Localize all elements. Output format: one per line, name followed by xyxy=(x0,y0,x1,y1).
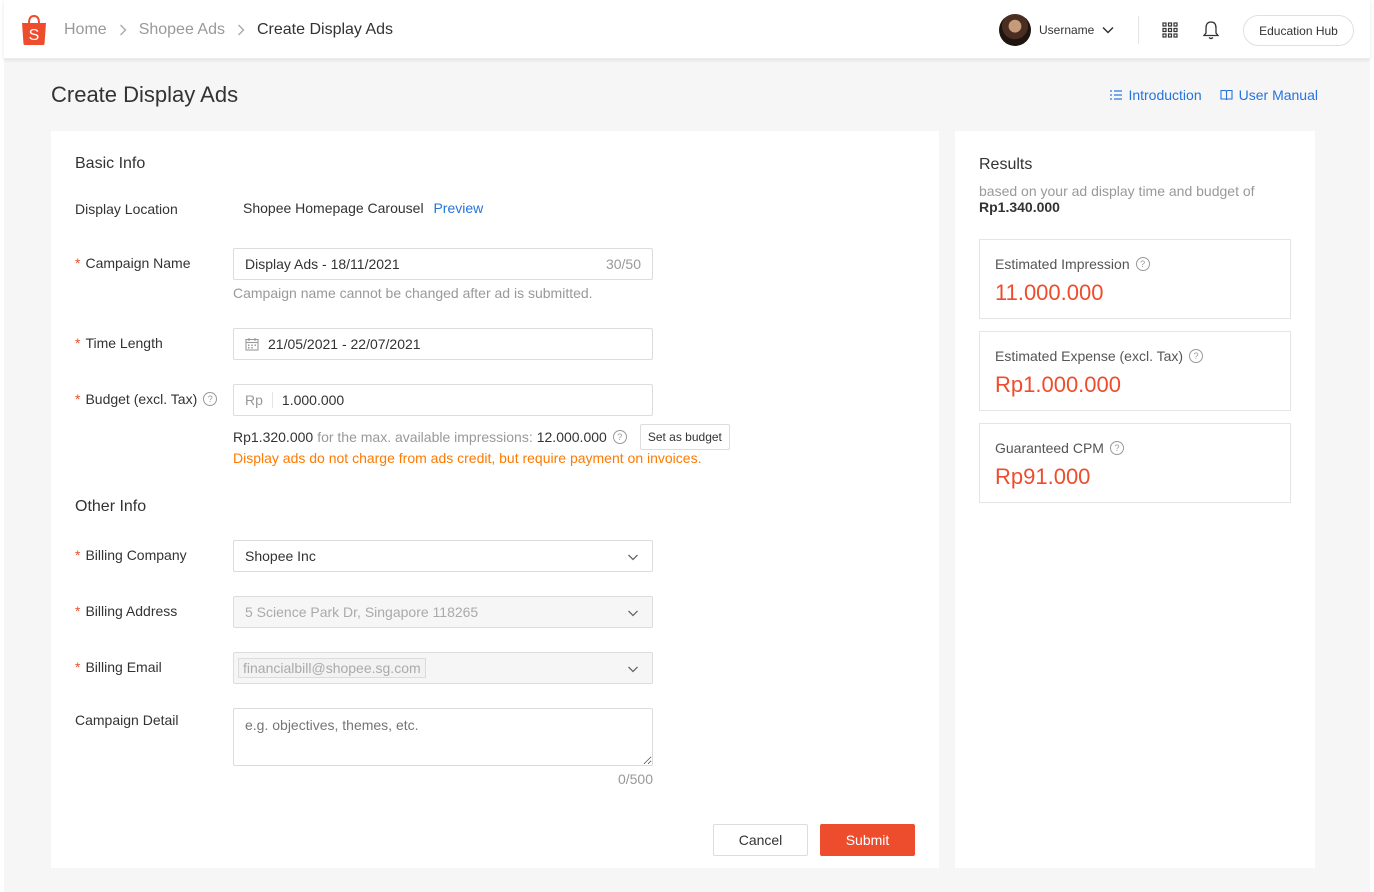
campaign-name-hint: Campaign name cannot be changed after ad… xyxy=(233,285,593,301)
avatar xyxy=(999,14,1031,46)
estimated-impression-card: Estimated Impression? 11.000.000 xyxy=(979,239,1291,319)
estimated-impression-label: Estimated Impression? xyxy=(995,256,1150,272)
campaign-detail-textarea[interactable] xyxy=(233,708,653,766)
chevron-right-icon xyxy=(119,24,127,36)
campaign-name-input[interactable]: Display Ads - 18/11/2021 30/50 xyxy=(233,248,653,280)
help-icon[interactable]: ? xyxy=(612,430,627,444)
calendar-icon xyxy=(245,338,259,351)
cancel-button[interactable]: Cancel xyxy=(713,824,808,856)
breadcrumb-shopee-ads[interactable]: Shopee Ads xyxy=(139,21,225,39)
submit-button[interactable]: Submit xyxy=(820,824,915,856)
budget-input[interactable]: Rp 1.000.000 xyxy=(233,384,653,416)
form-card: Basic Info Display Location Shopee Homep… xyxy=(51,131,939,868)
results-title: Results xyxy=(979,156,1033,173)
estimated-expense-card: Estimated Expense (excl. Tax)? Rp1.000.0… xyxy=(979,331,1291,411)
campaign-name-counter: 30/50 xyxy=(605,256,641,272)
svg-text:S: S xyxy=(29,27,40,44)
user-manual-link[interactable]: User Manual xyxy=(1220,87,1318,103)
billing-email-tag: financialbill@shopee.sg.com xyxy=(238,658,426,678)
other-info-title: Other Info xyxy=(75,498,147,515)
results-card: Results based on your ad display time an… xyxy=(955,131,1315,868)
display-location-label: Display Location xyxy=(75,201,178,217)
billing-company-select[interactable]: Shopee Inc xyxy=(233,540,653,572)
time-length-picker[interactable]: 21/05/2021 - 22/07/2021 xyxy=(233,328,653,360)
chevron-down-icon xyxy=(628,666,638,673)
top-navigation-bar: S Home Shopee Ads Create Display Ads Use… xyxy=(4,0,1370,59)
preview-link[interactable]: Preview xyxy=(433,200,483,216)
introduction-label: Introduction xyxy=(1128,87,1202,103)
estimated-expense-label: Estimated Expense (excl. Tax)? xyxy=(995,348,1204,364)
budget-warning: Display ads do not charge from ads credi… xyxy=(233,450,702,466)
basic-info-title: Basic Info xyxy=(75,155,146,172)
shopee-logo[interactable]: S xyxy=(20,14,48,46)
user-manual-label: User Manual xyxy=(1238,87,1318,103)
book-icon xyxy=(1220,89,1233,101)
divider xyxy=(1138,16,1139,44)
set-as-budget-button[interactable]: Set as budget xyxy=(639,424,730,450)
billing-company-value: Shopee Inc xyxy=(245,548,316,564)
bell-icon[interactable] xyxy=(1202,20,1220,40)
campaign-name-label: * Campaign Name xyxy=(75,255,191,271)
username-label: Username xyxy=(1039,23,1095,37)
estimated-expense-value: Rp1.000.000 xyxy=(995,372,1121,397)
help-icon[interactable]: ? xyxy=(1189,349,1204,363)
chevron-right-icon xyxy=(237,24,245,36)
help-links: Introduction User Manual xyxy=(1110,87,1318,103)
time-length-value: 21/05/2021 - 22/07/2021 xyxy=(268,336,421,352)
chevron-down-icon xyxy=(628,610,638,617)
introduction-link[interactable]: Introduction xyxy=(1110,87,1202,103)
billing-address-label: * Billing Address xyxy=(75,603,178,619)
campaign-detail-label: Campaign Detail xyxy=(75,712,179,728)
estimated-impression-value: 11.000.000 xyxy=(995,280,1104,305)
help-icon[interactable]: ? xyxy=(203,392,218,406)
display-location-value: Shopee Homepage Carousel xyxy=(243,200,424,216)
breadcrumb-current: Create Display Ads xyxy=(256,20,394,38)
breadcrumb-home[interactable]: Home xyxy=(64,21,107,39)
chevron-down-icon xyxy=(1102,26,1114,34)
campaign-detail-counter: 0/500 xyxy=(617,771,653,787)
currency-prefix: Rp xyxy=(245,392,273,408)
chevron-down-icon xyxy=(628,554,638,561)
results-subtitle: based on your ad display time and budget… xyxy=(979,183,1255,199)
budget-label: * Budget (excl. Tax)? xyxy=(75,391,218,407)
page-title: Create Display Ads xyxy=(51,82,239,107)
billing-email-label: * Billing Email xyxy=(75,659,162,675)
list-icon xyxy=(1110,90,1123,100)
budget-value: 1.000.000 xyxy=(281,392,345,408)
breadcrumb: Home Shopee Ads Create Display Ads xyxy=(64,0,393,59)
billing-address-value: 5 Science Park Dr, Singapore 118265 xyxy=(245,604,479,620)
results-budget: Rp1.340.000 xyxy=(979,199,1060,215)
billing-company-label: * Billing Company xyxy=(75,547,187,563)
time-length-label: * Time Length xyxy=(75,335,163,351)
billing-address-select[interactable]: 5 Science Park Dr, Singapore 118265 xyxy=(233,596,653,628)
help-icon[interactable]: ? xyxy=(1109,441,1124,455)
billing-email-select[interactable]: financialbill@shopee.sg.com xyxy=(233,652,653,684)
guaranteed-cpm-label: Guaranteed CPM? xyxy=(995,440,1124,456)
max-budget-info: Rp1.320.000 for the max. available impre… xyxy=(233,424,730,450)
campaign-name-value: Display Ads - 18/11/2021 xyxy=(245,256,400,272)
apps-grid-icon[interactable] xyxy=(1162,22,1178,38)
max-budget-amount: Rp1.320.000 xyxy=(233,429,314,445)
max-budget-text: for the max. available impressions: xyxy=(317,429,533,445)
help-icon[interactable]: ? xyxy=(1135,257,1150,271)
guaranteed-cpm-card: Guaranteed CPM? Rp91.000 xyxy=(979,423,1291,503)
education-hub-button[interactable]: Education Hub xyxy=(1243,15,1354,46)
max-impressions-value: 12.000.000 xyxy=(536,429,607,445)
guaranteed-cpm-value: Rp91.000 xyxy=(995,464,1091,489)
user-menu[interactable]: Username xyxy=(999,14,1114,46)
